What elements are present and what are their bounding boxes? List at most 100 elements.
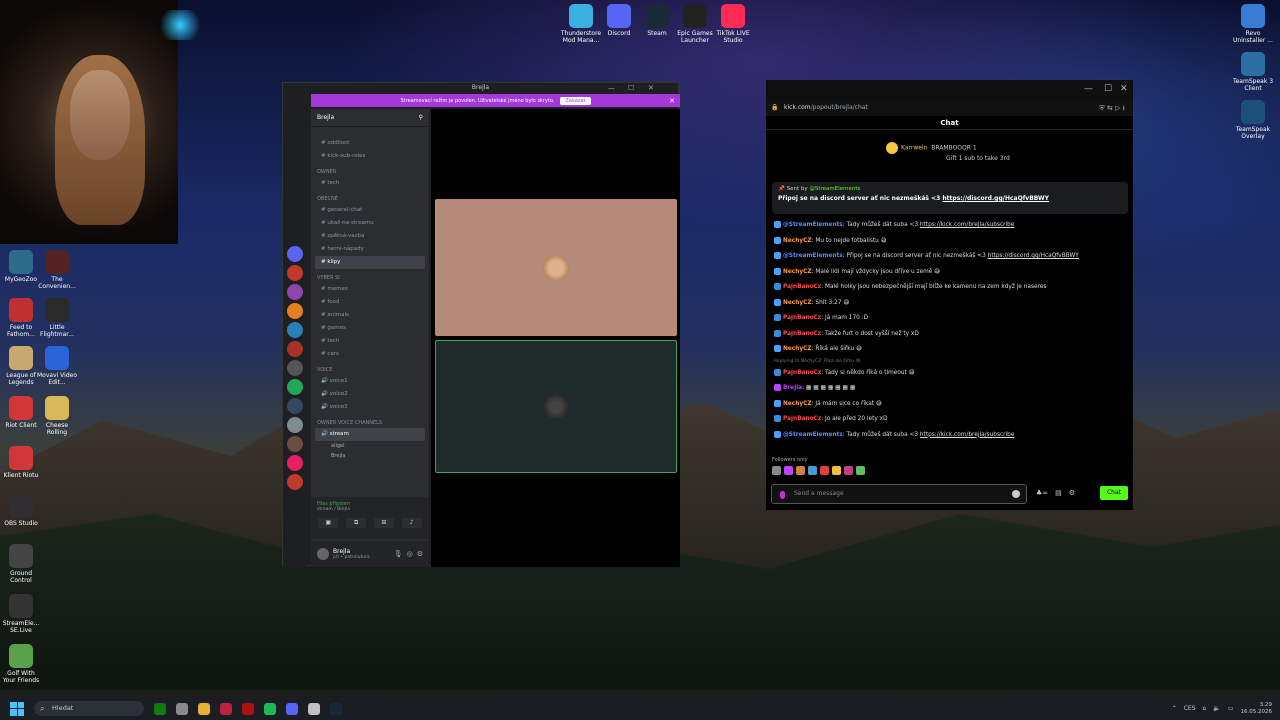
desktop-shortcut[interactable]: Movavi Video Edit...	[36, 346, 78, 386]
video-tile-speaking[interactable]	[435, 340, 677, 473]
volume-icon[interactable]: 🔈	[1213, 705, 1220, 712]
gift-icon[interactable]: ♣∞	[1036, 489, 1048, 497]
app-icon[interactable]	[176, 702, 188, 715]
avatar[interactable]	[317, 548, 329, 560]
chat-link[interactable]: https://discord.gg/HcaQfvBBWY	[988, 253, 1079, 259]
channel-item[interactable]: # animals	[311, 309, 429, 322]
settings-icon[interactable]: ⚙	[1069, 489, 1075, 497]
server-icon[interactable]	[287, 379, 303, 395]
emote-icon[interactable]	[820, 466, 829, 475]
server-icon[interactable]	[287, 455, 303, 471]
chat-username[interactable]: @StreamElements	[783, 253, 843, 259]
chat-username[interactable]: NechyCZ	[783, 300, 812, 306]
channel-category[interactable]: OBECNÉ	[311, 190, 429, 204]
server-icon[interactable]	[287, 303, 303, 319]
emoji-icon[interactable]	[1012, 490, 1020, 498]
channel-item[interactable]: # klipy	[315, 256, 425, 269]
calendar-icon[interactable]: ▤	[1055, 489, 1062, 497]
chat-link[interactable]: https://kick.com/brejla/subscribe	[920, 222, 1015, 228]
chat-username[interactable]: @StreamElements	[783, 432, 843, 438]
headphones-icon[interactable]: ◎	[407, 550, 413, 558]
server-icon[interactable]	[287, 474, 303, 490]
chat-message[interactable]: @StreamElements: Tady můžeš dát suba <3 …	[774, 428, 1130, 444]
desktop-shortcut[interactable]: Revo Uninstaller ...	[1232, 4, 1274, 44]
kick-chat-window[interactable]: — ☐ ✕ 🔒 kick.com/popout/brejla/chat ⛨ ⇆ …	[766, 80, 1133, 510]
desktop-shortcut[interactable]: Thunderstore Mod Mana...	[560, 4, 602, 44]
folder-icon[interactable]	[198, 702, 210, 715]
channel-item[interactable]: 🔊 voice3	[311, 401, 429, 414]
channel-category[interactable]	[311, 129, 429, 137]
discord-window[interactable]: Brejla — ☐ ✕ Streamovací režim je povole…	[282, 82, 680, 567]
server-icon[interactable]	[287, 436, 303, 452]
chat-message[interactable]: PajnBanoCz: Já mam 170 :D	[774, 311, 1130, 327]
channel-item[interactable]: # food	[311, 296, 429, 309]
chat-message[interactable]: NechyCZ: Říká ale šiřku 😅	[774, 342, 1130, 358]
server-icon[interactable]	[287, 284, 303, 300]
emote-icon[interactable]	[856, 466, 865, 475]
taskbar-search[interactable]: Hledat	[34, 701, 144, 716]
browser-tools[interactable]: ⛨ ⇆ ▷ ⭳	[1099, 100, 1125, 116]
chat-message[interactable]: @StreamElements: Připoj se na discord se…	[774, 249, 1130, 265]
chat-username[interactable]: PajnBanoCz	[783, 370, 821, 376]
channel-item[interactable]: # kick-sub-roles	[311, 150, 429, 163]
chat-username[interactable]: PajnBanoCz	[783, 284, 821, 290]
chat-message[interactable]: NechyCZ: Malé lidi mají vždycky jsou dří…	[774, 265, 1130, 281]
disable-streamer-mode-button[interactable]: Zakázat	[560, 96, 591, 105]
chat-message[interactable]: NechyCZ: Shit 3:27 😅	[774, 296, 1130, 312]
soundboard-icon[interactable]: ♪	[401, 518, 422, 528]
banner-close-icon[interactable]: ✕	[669, 97, 675, 105]
pinned-link[interactable]: https://discord.gg/HcaQfvBBWY	[942, 195, 1049, 202]
server-icon[interactable]	[287, 398, 303, 414]
server-icon[interactable]	[287, 246, 303, 262]
desktop-shortcut[interactable]: Ground Control	[0, 544, 42, 584]
server-icon[interactable]	[287, 322, 303, 338]
desktop-shortcut[interactable]: Klient Riotu	[0, 446, 42, 479]
chat-message[interactable]: @StreamElements: Tady můžeš dát suba <3 …	[774, 218, 1130, 234]
server-icon[interactable]	[287, 417, 303, 433]
settings-icon[interactable]: ⚙	[417, 550, 423, 558]
chat-username[interactable]: NechyCZ	[783, 269, 812, 275]
channel-item[interactable]: # cars	[311, 348, 429, 361]
invite-icon[interactable]: ⚲	[419, 114, 423, 121]
chat-message[interactable]: Brejla: ▦ ▦ ▦ ▦ ▦ ▦ ▦	[774, 381, 1130, 397]
channel-category[interactable]: VOICE	[311, 361, 429, 375]
desktop-shortcut[interactable]: Cheese Rolling	[36, 396, 78, 436]
chrome-icon[interactable]	[308, 702, 320, 715]
chat-link[interactable]: https://kick.com/brejla/subscribe	[920, 432, 1015, 438]
xbox-icon[interactable]	[154, 702, 166, 715]
discord-icon[interactable]	[286, 702, 298, 715]
maximize-icon[interactable]: ☐	[628, 83, 634, 93]
minimize-icon[interactable]: —	[1084, 84, 1093, 94]
steam-icon[interactable]	[330, 702, 342, 715]
desktop-shortcut[interactable]: Golf With Your Friends	[0, 644, 42, 684]
channel-item[interactable]: # zpětná-vazba	[311, 230, 429, 243]
chat-message[interactable]: NechyCZ: Já mám sice co říkat 😅	[774, 397, 1130, 413]
emote-icon[interactable]	[784, 466, 793, 475]
emote-icon[interactable]	[844, 466, 853, 475]
channel-category[interactable]: OWNER VOICE CHANNELS	[311, 414, 429, 428]
desktop-shortcut[interactable]: StreamEle... SE.Live	[0, 594, 42, 634]
channel-item[interactable]: # ukaž-na-streamu	[311, 217, 429, 230]
desktop-shortcut[interactable]: OBS Studio	[0, 494, 42, 527]
chat-username[interactable]: PajnBanoCz	[783, 331, 821, 337]
channel-item[interactable]: 🔊 stream	[315, 428, 425, 441]
channel-item[interactable]: # oddíloct	[311, 137, 429, 150]
chat-username[interactable]: PajnBanoCz	[783, 315, 821, 321]
language-indicator[interactable]: CES	[1184, 705, 1196, 712]
desktop-shortcut[interactable]: Discord	[598, 4, 640, 37]
chat-message[interactable]: NechyCZ: Mu to nejde fotbalistu 😅	[774, 234, 1130, 250]
server-icon[interactable]	[287, 341, 303, 357]
chat-input[interactable]: Send a message	[771, 484, 1027, 504]
desktop-shortcut[interactable]: TeamSpeak Overlay	[1232, 100, 1274, 140]
desktop-shortcut[interactable]: Steam	[636, 4, 678, 37]
desktop-shortcut[interactable]: Little Flightmar...	[36, 298, 78, 338]
battery-icon[interactable]: ▭	[1228, 705, 1234, 712]
close-icon[interactable]: ✕	[648, 83, 654, 93]
chevron-up-icon[interactable]: ⌃	[1172, 705, 1177, 712]
address-bar[interactable]: 🔒 kick.com/popout/brejla/chat ⛨ ⇆ ▷ ⭳	[766, 100, 1133, 116]
guild-header[interactable]: Brejla ⚲	[311, 109, 429, 127]
chat-message[interactable]: PajnBanoCz: Takže furt o dost vyšší než …	[774, 327, 1130, 343]
maximize-icon[interactable]: ☐	[1104, 84, 1112, 94]
network-icon[interactable]: ⌂	[1203, 705, 1207, 712]
channel-item[interactable]: # memes	[311, 283, 429, 296]
